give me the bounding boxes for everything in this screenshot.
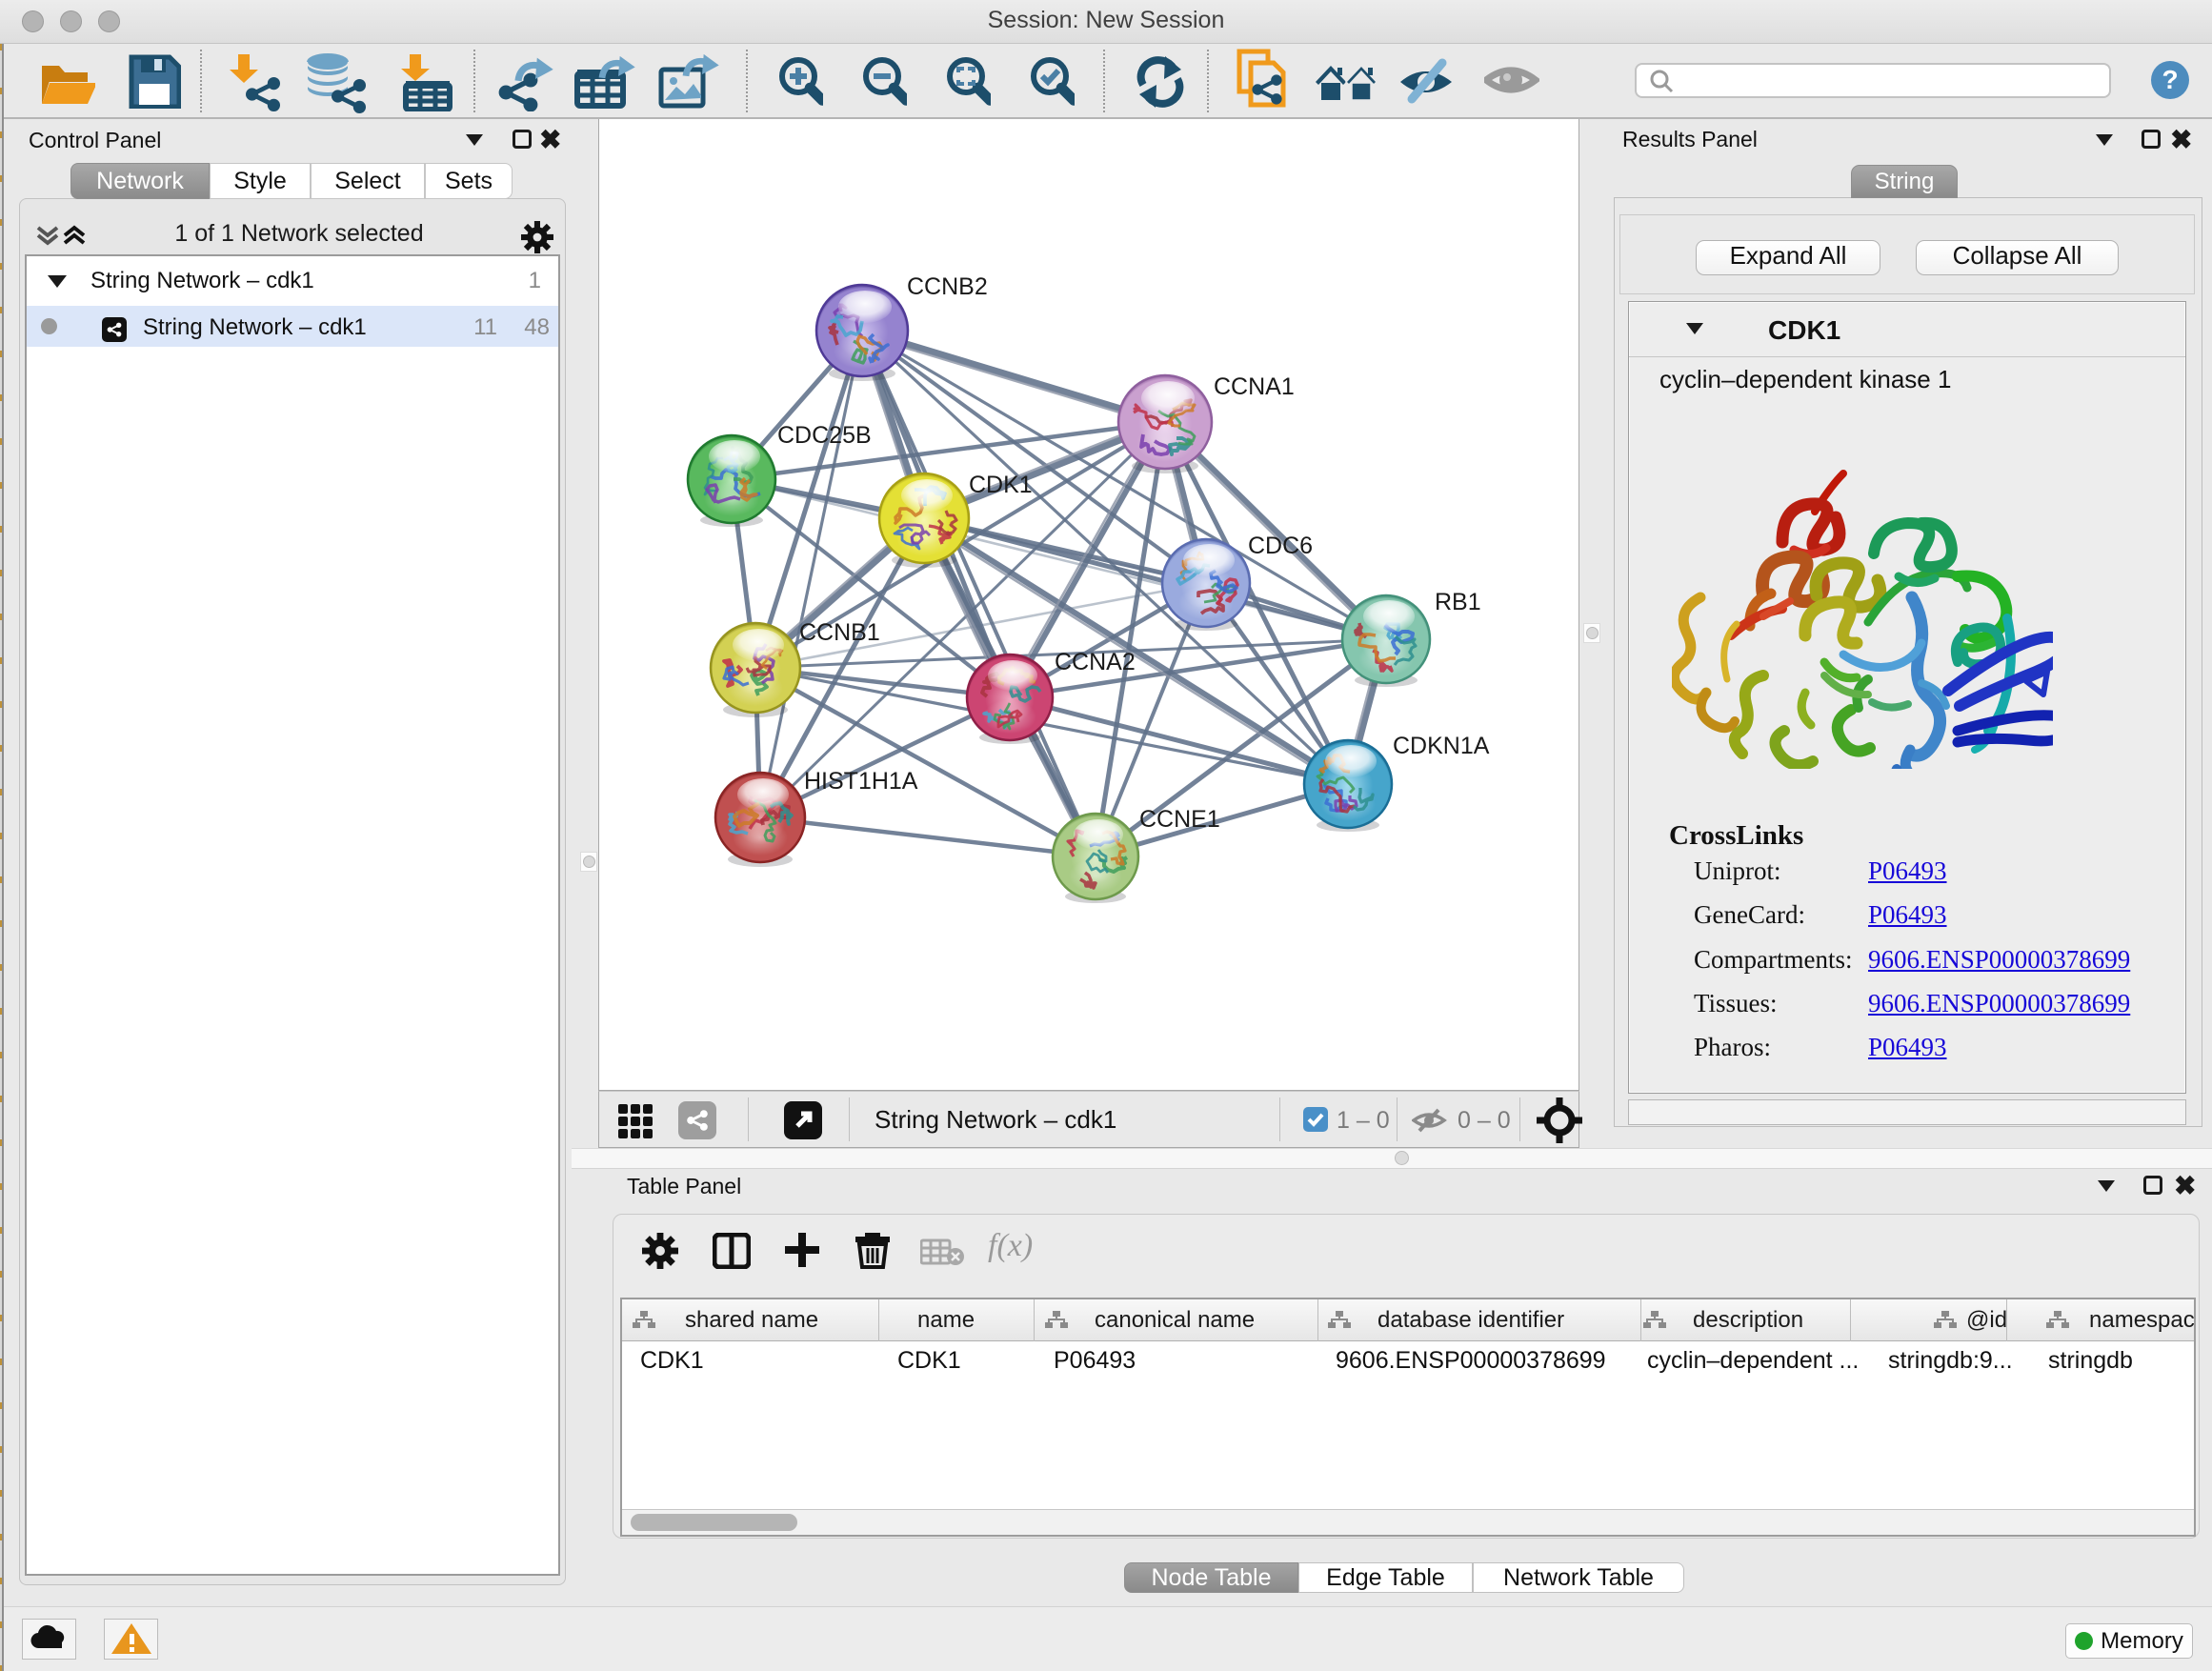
svg-text:HIST1H1A: HIST1H1A (804, 768, 918, 795)
svg-text:CCNB2: CCNB2 (907, 273, 988, 300)
svg-text:CCNA1: CCNA1 (1214, 373, 1295, 400)
svg-text:CDC6: CDC6 (1248, 533, 1313, 559)
svg-text:CDK1: CDK1 (969, 472, 1033, 498)
svg-text:CCNA2: CCNA2 (1055, 649, 1136, 675)
svg-text:CDC25B: CDC25B (777, 422, 872, 449)
svg-text:CCNB1: CCNB1 (799, 619, 880, 646)
svg-text:RB1: RB1 (1435, 589, 1481, 615)
svg-text:CCNE1: CCNE1 (1139, 806, 1220, 833)
svg-text:?: ? (2162, 65, 2178, 94)
svg-text:CDKN1A: CDKN1A (1393, 733, 1490, 759)
